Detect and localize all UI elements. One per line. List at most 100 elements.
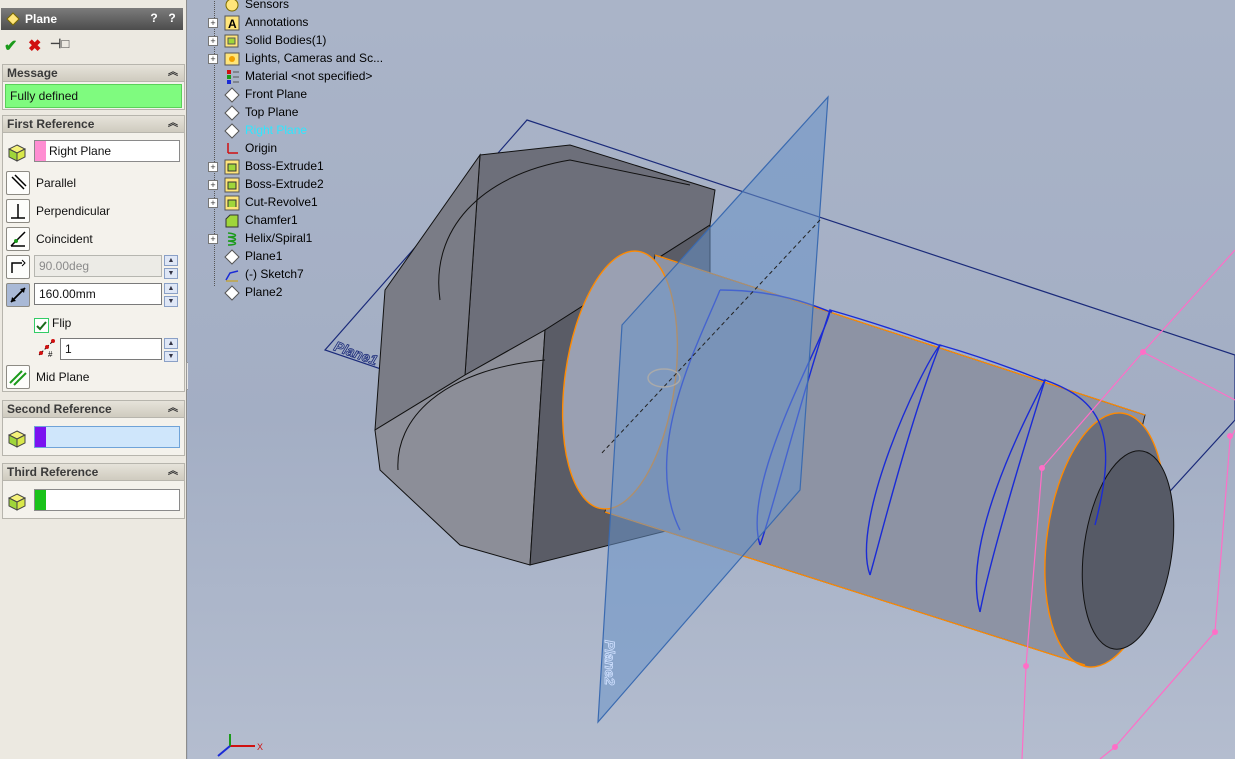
distance-spinner[interactable]: ▲ ▼ <box>164 283 178 307</box>
second-reference-selection[interactable] <box>34 426 180 448</box>
angle-value: 90.00deg <box>39 259 90 273</box>
tree-item-label: Boss-Extrude1 <box>245 159 324 173</box>
tree-item-label: Top Plane <box>245 105 299 119</box>
material-icon <box>224 69 240 85</box>
cube-selection-icon <box>8 430 26 448</box>
coincident-label: Coincident <box>36 232 93 246</box>
expand-icon[interactable]: + <box>208 36 218 46</box>
message-header-label: Message <box>7 66 58 80</box>
plane1-label: Plane1 <box>332 338 380 369</box>
parallel-icon[interactable] <box>6 171 30 195</box>
graphics-viewport[interactable]: Plane1 Plane2 Sensors + A Annotations + Solid… <box>188 0 1235 759</box>
first-reference-selection[interactable]: Right Plane <box>34 140 180 162</box>
collapse-icon[interactable]: ︽ <box>168 464 178 480</box>
model-graphics[interactable]: Plane1 Plane2 <box>188 0 1235 759</box>
third-reference-selection[interactable] <box>34 489 180 511</box>
third-reference-label: Third Reference <box>7 465 99 479</box>
pushpin-icon[interactable]: ⊣□ <box>50 36 69 52</box>
tree-item-label: Material <not specified> <box>245 69 373 83</box>
tree-item-label: Solid Bodies(1) <box>245 33 327 47</box>
second-reference-label: Second Reference <box>7 402 112 416</box>
coincident-icon[interactable] <box>6 227 30 251</box>
cube-selection-icon <box>8 493 26 511</box>
distance-value: 160.00mm <box>39 287 96 301</box>
tree-item-label: (-) Sketch7 <box>245 267 304 281</box>
tree-item-label: Sensors <box>245 0 290 11</box>
instances-icon: # <box>38 339 55 358</box>
third-reference-header[interactable]: Third Reference ︽ <box>3 464 184 481</box>
origin-icon <box>224 141 240 157</box>
sketch-icon <box>224 267 240 283</box>
tree-item-label: Chamfer1 <box>245 213 298 227</box>
solid-bodies-icon <box>224 33 240 49</box>
plane-icon <box>224 249 240 265</box>
first-reference-value: Right Plane <box>49 144 112 158</box>
selection-color-swatch <box>35 490 46 510</box>
first-reference-header[interactable]: First Reference ︽ <box>3 116 184 133</box>
mid-plane-label: Mid Plane <box>36 370 90 384</box>
tree-item-label: Annotations <box>245 15 309 29</box>
collapse-icon[interactable]: ︽ <box>168 116 178 132</box>
instances-input[interactable]: 1 <box>60 338 162 360</box>
pm-header: Plane ? ? <box>1 8 183 30</box>
flip-checkbox[interactable] <box>34 318 49 333</box>
parallel-label: Parallel <box>36 176 77 190</box>
collapse-icon[interactable]: ︽ <box>168 65 178 81</box>
expand-icon[interactable]: + <box>208 54 218 64</box>
instances-spinner[interactable]: ▲ ▼ <box>164 338 178 362</box>
tree-item-label: Lights, Cameras and Sc... <box>245 51 384 65</box>
tree-item-label: Helix/Spiral1 <box>245 231 313 245</box>
expand-icon[interactable]: + <box>208 198 218 208</box>
first-reference-label: First Reference <box>7 117 95 131</box>
svg-text:#: # <box>48 350 53 358</box>
angle-spinner[interactable]: ▲ ▼ <box>164 255 178 279</box>
expand-icon[interactable]: + <box>208 162 218 172</box>
perpendicular-icon[interactable] <box>6 199 30 223</box>
plane-icon <box>224 87 240 103</box>
cube-selection-icon <box>8 144 26 162</box>
triad-x-label: X <box>257 742 263 752</box>
mid-plane-icon[interactable] <box>6 365 30 389</box>
tree-item-label: Boss-Extrude2 <box>245 177 324 191</box>
revolve-icon <box>224 195 240 211</box>
distance-input[interactable]: 160.00mm <box>34 283 162 305</box>
angle-input[interactable]: 90.00deg <box>34 255 162 277</box>
second-reference-header[interactable]: Second Reference ︽ <box>3 401 184 418</box>
helix-icon <box>224 231 240 247</box>
expand-icon[interactable]: + <box>208 18 218 28</box>
status-message: Fully defined <box>5 84 182 108</box>
sensor-icon <box>224 0 240 13</box>
tree-item-label: Right Plane <box>245 123 308 137</box>
angle-icon[interactable] <box>6 255 30 279</box>
plane-icon <box>224 285 240 301</box>
extrude-icon <box>224 177 240 193</box>
chamfer-icon <box>224 213 240 229</box>
help-icon[interactable]: ? <box>147 11 161 26</box>
tree-item-label: Front Plane <box>245 87 308 101</box>
property-manager: Plane ? ? ✔ ✖ ⊣□ Message ︽ Fully defined… <box>0 0 187 759</box>
collapse-icon[interactable]: ︽ <box>168 401 178 417</box>
lights-icon <box>224 51 240 67</box>
selection-color-swatch <box>35 427 46 447</box>
plane2-label: Plane2 <box>602 640 618 685</box>
ok-checkmark-icon[interactable]: ✔ <box>4 36 17 56</box>
cancel-x-icon[interactable]: ✖ <box>28 36 41 56</box>
tree-item-label: Plane2 <box>245 285 283 299</box>
distance-icon[interactable] <box>6 283 30 307</box>
message-group: Message ︽ Fully defined <box>2 64 185 110</box>
perpendicular-label: Perpendicular <box>36 204 111 218</box>
svg-text:A: A <box>228 17 237 31</box>
selection-color-swatch <box>35 141 46 161</box>
instances-value: 1 <box>65 342 72 356</box>
help-question-icon[interactable]: ? <box>165 11 179 26</box>
tree-item-label: Plane1 <box>245 249 283 263</box>
expand-icon[interactable]: + <box>208 234 218 244</box>
annotation-icon: A <box>224 15 240 31</box>
plane-icon <box>224 123 240 139</box>
expand-icon[interactable]: + <box>208 180 218 190</box>
message-header[interactable]: Message ︽ <box>3 65 184 82</box>
plane-icon <box>224 105 240 121</box>
tree-item-label: Origin <box>245 141 278 155</box>
tree-item-label: Cut-Revolve1 <box>245 195 318 209</box>
view-triad: X <box>217 734 263 757</box>
